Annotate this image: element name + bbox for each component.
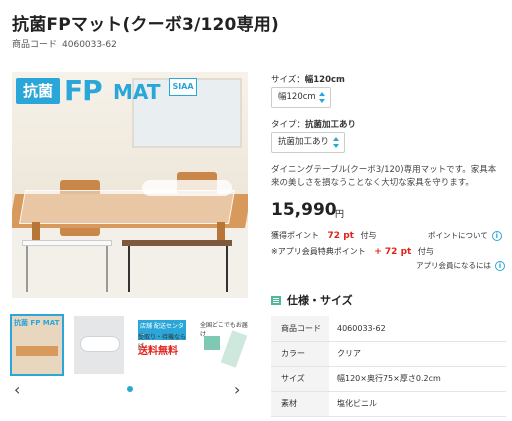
info-icon: i [495, 261, 505, 271]
size-option-label: サイズ：幅120cm [271, 73, 345, 85]
spec-heading: 仕様・サイズ [271, 292, 353, 308]
brown-table-leg [128, 246, 130, 292]
product-code-label: 商品コード [12, 40, 58, 50]
earn-points-row: 獲得ポイント 72 pt 付与 [271, 230, 377, 241]
size-label: サイズ： [271, 75, 305, 85]
size-value: 幅120cm [304, 75, 345, 85]
table-row: 素材 塩化ビニル [271, 391, 506, 417]
white-table-variant [22, 240, 112, 246]
app-points-suffix: 付与 [417, 247, 434, 256]
table-leg [217, 222, 225, 242]
table-row: カラー クリア [271, 341, 506, 367]
type-select-value: 抗菌加工あり [278, 137, 330, 147]
thumbnail-3-free-shipping: 送料無料 [138, 346, 178, 357]
type-select[interactable]: 抗菌加工あり [271, 132, 345, 153]
thumbnail-3[interactable]: 店舗 配送センター 受取り・待機ならば 送料無料 [136, 316, 186, 374]
spec-key: サイズ [271, 366, 329, 392]
table-row: 商品コード 4060033-62 [271, 316, 506, 342]
list-icon [271, 296, 281, 305]
gallery-prev-button[interactable]: ‹ [14, 380, 20, 399]
spec-key: カラー [271, 341, 329, 367]
spec-value: クリア [329, 341, 506, 367]
thumbnail-4[interactable]: 全国どこでもお届け [198, 316, 248, 374]
table-leg [32, 222, 40, 242]
thumbnail-1-label: 抗菌 FP MAT [14, 319, 60, 327]
app-member-link[interactable]: アプリ会員になるには i [416, 260, 505, 271]
price-amount: 15,990 [271, 200, 337, 220]
app-member-text: アプリ会員になるには [416, 261, 491, 270]
rolled-mat [142, 180, 232, 196]
fp-logo-text: FP [64, 74, 103, 107]
size-select-value: 幅120cm [278, 92, 316, 102]
spec-table: 商品コード 4060033-62 カラー クリア サイズ 幅120×奥行75×厚… [271, 316, 506, 417]
white-table-leg [26, 246, 28, 292]
spec-value: 4060033-62 [329, 316, 506, 342]
app-points-row: ※アプリ会員特典ポイント + 72 pt 付与 [271, 246, 434, 257]
gallery-page-indicator[interactable] [127, 386, 133, 392]
thumbnail-1[interactable]: 抗菌 FP MAT [10, 314, 64, 376]
mat-logo-text: MAT [113, 80, 161, 104]
thumbnail-2-roll [80, 336, 120, 352]
points-info-link[interactable]: ポイントについて i [428, 230, 502, 241]
white-table-leg [106, 246, 108, 292]
main-product-image[interactable]: 抗菌 FP MAT SIAA [12, 72, 248, 298]
page-title: 抗菌FPマット(クーボ3/120専用) [12, 15, 279, 35]
thumbnail-2[interactable] [74, 316, 124, 374]
app-points-label: ※アプリ会員特典ポイント [271, 247, 366, 256]
price-unit: 円 [335, 210, 345, 220]
spec-value: 塩化ビニル [329, 391, 506, 417]
spec-key: 商品コード [271, 316, 329, 342]
product-code: 商品コード 4060033-62 [12, 37, 117, 50]
type-value: 抗菌加工あり [305, 120, 357, 130]
earn-points-label: 獲得ポイント [271, 231, 319, 240]
spec-key: 素材 [271, 391, 329, 417]
siaa-mark: SIAA [169, 78, 197, 96]
app-points-value: + 72 pt [374, 247, 412, 257]
earn-points-suffix: 付与 [360, 231, 377, 240]
antibacterial-badge: 抗菌 [16, 78, 60, 104]
product-code-value: 4060033-62 [62, 40, 117, 50]
table-row: サイズ 幅120×奥行75×厚さ0.2cm [271, 366, 506, 392]
points-info-text: ポイントについて [428, 231, 488, 240]
delivery-truck-icon [204, 336, 220, 350]
brown-table-variant [122, 240, 232, 246]
thumbnail-strip: 抗菌 FP MAT 店舗 配送センター 受取り・待機ならば 送料無料 全国どこで… [10, 314, 248, 376]
select-arrows-icon [332, 136, 340, 149]
thumbnail-1-table [16, 346, 58, 356]
type-option-label: タイプ：抗菌加工あり [271, 118, 356, 130]
size-select[interactable]: 幅120cm [271, 87, 331, 108]
gallery-next-button[interactable]: › [234, 380, 240, 399]
earn-points-value: 72 pt [327, 231, 354, 241]
spec-heading-text: 仕様・サイズ [287, 294, 353, 307]
brown-table-leg [226, 246, 228, 292]
spec-value: 幅120×奥行75×厚さ0.2cm [329, 366, 506, 392]
select-arrows-icon [318, 91, 326, 104]
type-label: タイプ： [271, 120, 306, 130]
product-description: ダイニングテーブル(クーボ3/120)専用マットです。家具本来の美しさを損なうこ… [271, 165, 497, 188]
info-icon: i [491, 231, 502, 241]
